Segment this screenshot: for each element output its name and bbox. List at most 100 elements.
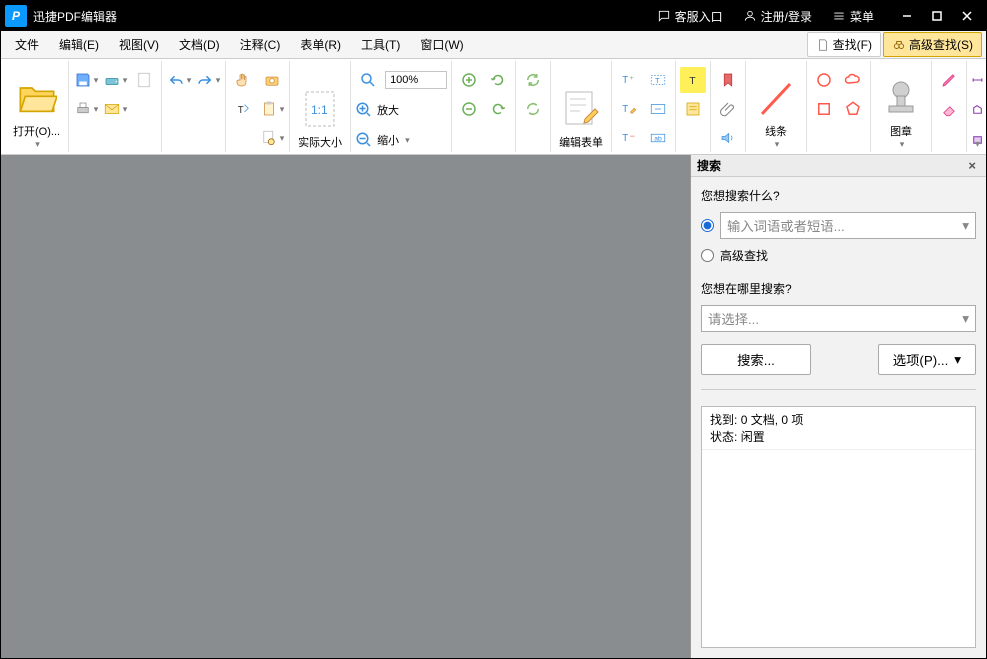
advanced-find-button[interactable]: 高级查找(S) xyxy=(883,32,982,57)
zoom-combo[interactable] xyxy=(385,71,447,89)
link-button[interactable] xyxy=(645,96,671,122)
found-prefix: 找到: xyxy=(710,413,737,427)
highlight-t-icon: T xyxy=(684,71,702,89)
doc-search-button[interactable] xyxy=(259,125,285,151)
menu-tools[interactable]: 工具(T) xyxy=(351,33,410,56)
find-button[interactable]: 查找(F) xyxy=(807,32,881,57)
text-minus-icon: T− xyxy=(620,129,638,147)
spacer-1 xyxy=(131,96,157,122)
open-button[interactable]: 打开(O)... xyxy=(9,63,64,150)
search-phrase-placeholder: 输入词语或者短语... xyxy=(727,216,845,235)
search-where-label: 您想在哪里搜索? xyxy=(701,280,976,297)
blank-button[interactable] xyxy=(131,67,157,93)
blank-page-icon xyxy=(135,71,153,89)
text-add-icon: T+ xyxy=(620,71,638,89)
refresh-all-button[interactable] xyxy=(520,96,546,122)
minimize-button[interactable] xyxy=(892,1,922,31)
save-button[interactable] xyxy=(73,67,99,93)
menu-form[interactable]: 表单(R) xyxy=(290,33,351,56)
search-execute-button[interactable]: 搜索... xyxy=(701,344,811,375)
pencil-button[interactable] xyxy=(936,67,962,93)
camera-icon xyxy=(263,71,281,89)
note-button[interactable] xyxy=(680,96,706,122)
sound-button[interactable] xyxy=(715,125,741,151)
textbox-button[interactable]: T xyxy=(645,67,671,93)
rotate-left-button[interactable] xyxy=(485,96,511,122)
menu-window[interactable]: 窗口(W) xyxy=(410,33,473,56)
open-doc-button[interactable] xyxy=(102,67,128,93)
menu-edit[interactable]: 编辑(E) xyxy=(49,33,109,56)
stamp-button[interactable]: 图章 xyxy=(875,63,927,150)
open-folder-icon xyxy=(17,75,57,121)
search-where-combo[interactable]: 请选择... ▾ xyxy=(701,305,976,332)
menu-view[interactable]: 视图(V) xyxy=(109,33,169,56)
menu-comment[interactable]: 注释(C) xyxy=(230,33,291,56)
square-button[interactable] xyxy=(811,96,837,122)
search-options-button[interactable]: 选项(P)... ▾ xyxy=(878,344,976,375)
actual-size-button[interactable]: 1:1 实际大小 xyxy=(294,63,346,150)
actual-size-icon: 1:1 xyxy=(300,86,340,132)
undo-icon xyxy=(167,71,185,89)
redo-button[interactable] xyxy=(195,67,221,93)
text-minus-button[interactable]: T− xyxy=(616,125,642,151)
clipboard-icon xyxy=(260,100,278,118)
found-value: 0 文档, 0 项 xyxy=(741,413,804,427)
maximize-button[interactable] xyxy=(922,1,952,31)
text-tool-button[interactable]: T+ xyxy=(616,67,642,93)
search-phrase-input[interactable]: 输入词语或者短语... ▾ xyxy=(720,212,976,239)
paperclip-icon xyxy=(719,100,737,118)
first-page-button[interactable] xyxy=(456,67,482,93)
close-button[interactable] xyxy=(952,1,982,31)
circle-button[interactable] xyxy=(811,67,837,93)
rotate-right-button[interactable] xyxy=(485,67,511,93)
ribbon-collapse-button[interactable]: ▾ xyxy=(975,139,980,150)
select-text-button[interactable]: T xyxy=(230,96,256,122)
register-login-button[interactable]: 注册/登录 xyxy=(733,1,822,31)
advanced-search-label: 高级查找 xyxy=(720,247,768,264)
advanced-search-radio[interactable] xyxy=(701,249,714,262)
refresh-button[interactable] xyxy=(520,67,546,93)
register-login-label: 注册/登录 xyxy=(761,8,812,25)
undo-button[interactable] xyxy=(166,67,192,93)
app-title: 迅捷PDF编辑器 xyxy=(33,8,117,25)
zoom-in-button[interactable]: 放大 xyxy=(355,97,447,123)
customer-service-button[interactable]: 客服入口 xyxy=(647,1,733,31)
email-button[interactable] xyxy=(102,96,128,122)
bookmark-button[interactable] xyxy=(715,67,741,93)
line-draw-icon xyxy=(756,75,796,121)
search-text-radio[interactable] xyxy=(701,219,714,232)
eraser-button[interactable] xyxy=(936,96,962,122)
doc-binoculars-icon xyxy=(260,129,278,147)
text-field-button[interactable]: ab xyxy=(645,125,671,151)
cloud-button[interactable] xyxy=(840,67,866,93)
bookmark-icon xyxy=(719,71,737,89)
search-panel-close-button[interactable]: × xyxy=(964,158,980,173)
search-panel-header: 搜索 × xyxy=(691,155,986,177)
zoom-fit-icon xyxy=(359,71,377,89)
hand-tool-button[interactable] xyxy=(230,67,256,93)
menu-file[interactable]: 文件 xyxy=(5,33,49,56)
menu-button[interactable]: 菜单 xyxy=(822,1,884,31)
edit-form-button[interactable]: 编辑表单 xyxy=(555,63,607,150)
redo-icon xyxy=(196,71,214,89)
text-edit-button[interactable]: T xyxy=(616,96,642,122)
square-icon xyxy=(815,100,833,118)
highlight-button[interactable]: T xyxy=(680,67,706,93)
print-button[interactable] xyxy=(73,96,99,122)
attach-button[interactable] xyxy=(715,96,741,122)
snapshot-button[interactable] xyxy=(259,67,285,93)
minus-page-icon xyxy=(460,100,478,118)
measure-distance-button[interactable]: 距离 xyxy=(971,67,986,93)
document-canvas[interactable] xyxy=(1,155,690,658)
clipboard-button[interactable] xyxy=(259,96,285,122)
lines-button[interactable]: 线条 xyxy=(750,63,802,150)
svg-text:T: T xyxy=(689,75,696,87)
prev-page-button[interactable] xyxy=(456,96,482,122)
measure-perimeter-button[interactable]: 周长 xyxy=(971,97,986,123)
polygon-button[interactable] xyxy=(840,96,866,122)
menu-document[interactable]: 文档(D) xyxy=(169,33,230,56)
zoom-fit-button[interactable] xyxy=(355,67,381,93)
zoom-out-button[interactable]: 缩小 xyxy=(355,127,447,153)
main-area: 搜索 × 您想搜索什么? 输入词语或者短语... ▾ 高级查找 您想在哪里搜索?… xyxy=(1,155,986,658)
spacer-2 xyxy=(230,125,256,151)
